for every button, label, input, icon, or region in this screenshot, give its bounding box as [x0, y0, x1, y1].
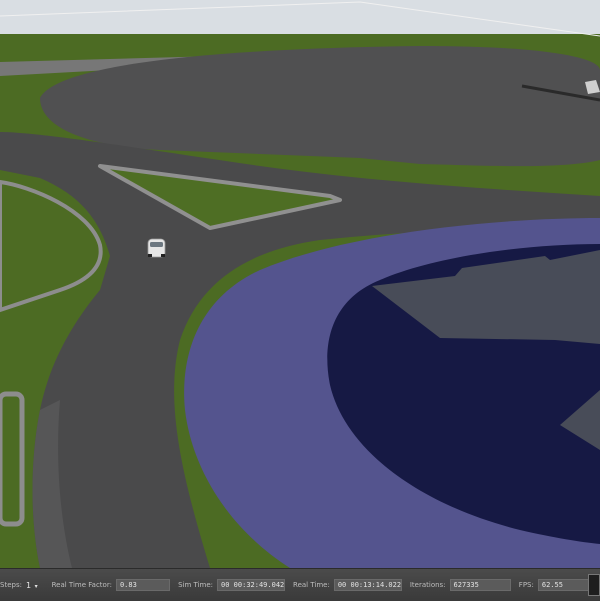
steps-selector[interactable]: 1 ▾ — [26, 581, 38, 590]
real-time-label: Real Time: — [293, 581, 330, 589]
sim-time-value: 00 00:32:49.042 — [217, 579, 286, 591]
car-wheel — [161, 254, 165, 257]
sky — [0, 0, 600, 34]
real-time-value: 00 00:13:14.022 — [333, 579, 402, 591]
real-time-factor-label: Real Time Factor: — [51, 581, 112, 589]
chevron-down-icon: ▾ — [34, 582, 38, 590]
fps-label: FPS: — [518, 581, 534, 589]
status-bar: Steps: 1 ▾ Real Time Factor: 0.83 Sim Ti… — [0, 568, 600, 601]
real-time-factor-value: 0.83 — [115, 579, 171, 591]
vehicle-car[interactable] — [146, 236, 168, 260]
reset-time-button[interactable] — [588, 574, 600, 596]
iterations-value: 627335 — [449, 579, 511, 591]
curb-small — [0, 391, 25, 527]
steps-value: 1 — [25, 580, 32, 590]
steps-label: Steps: — [0, 581, 22, 589]
car-windshield — [150, 242, 163, 247]
car-wheel — [148, 254, 152, 257]
simulation-scene[interactable] — [0, 0, 600, 568]
sim-time-label: Sim Time: — [178, 581, 214, 589]
3d-viewport[interactable] — [0, 0, 600, 568]
fps-value: 62.55 — [537, 579, 593, 591]
iterations-label: Iterations: — [409, 581, 446, 589]
